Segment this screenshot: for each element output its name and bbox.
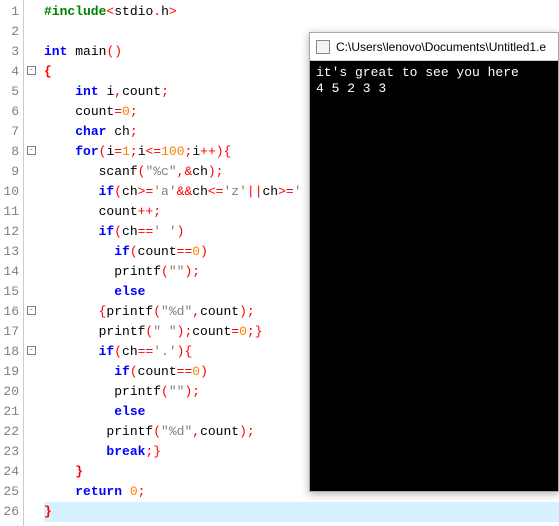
line-number: 11 — [2, 202, 19, 222]
line-number-gutter: 1234567891011121314151617181920212223242… — [0, 0, 24, 526]
line-number: 1 — [2, 2, 19, 22]
line-number: 16 — [2, 302, 19, 322]
line-number: 22 — [2, 422, 19, 442]
fold-marker — [24, 262, 38, 282]
fold-marker[interactable]: - — [24, 62, 38, 82]
fold-marker — [24, 422, 38, 442]
fold-marker — [24, 42, 38, 62]
line-number: 19 — [2, 362, 19, 382]
fold-marker — [24, 242, 38, 262]
line-number: 13 — [2, 242, 19, 262]
line-number: 20 — [2, 382, 19, 402]
fold-marker — [24, 122, 38, 142]
fold-marker[interactable]: - — [24, 302, 38, 322]
fold-marker — [24, 162, 38, 182]
line-number: 18 — [2, 342, 19, 362]
line-number: 17 — [2, 322, 19, 342]
line-number: 10 — [2, 182, 19, 202]
fold-marker — [24, 442, 38, 462]
fold-marker — [24, 282, 38, 302]
fold-marker — [24, 202, 38, 222]
fold-marker[interactable]: - — [24, 342, 38, 362]
console-output: it's great to see you here 4 5 2 3 3 — [310, 61, 558, 101]
fold-gutter: - - - - — [24, 0, 38, 526]
fold-marker — [24, 22, 38, 42]
fold-marker — [24, 222, 38, 242]
code-line[interactable]: } — [44, 502, 559, 522]
line-number: 4 — [2, 62, 19, 82]
fold-marker — [24, 182, 38, 202]
fold-marker — [24, 462, 38, 482]
line-number: 21 — [2, 402, 19, 422]
line-number: 12 — [2, 222, 19, 242]
line-number: 23 — [2, 442, 19, 462]
fold-marker — [24, 382, 38, 402]
line-number: 25 — [2, 482, 19, 502]
console-window: C:\Users\lenovo\Documents\Untitled1.e it… — [309, 32, 559, 492]
fold-marker — [24, 2, 38, 22]
line-number: 6 — [2, 102, 19, 122]
line-number: 24 — [2, 462, 19, 482]
line-number: 26 — [2, 502, 19, 522]
fold-marker — [24, 322, 38, 342]
fold-marker — [24, 482, 38, 502]
line-number: 14 — [2, 262, 19, 282]
console-titlebar[interactable]: C:\Users\lenovo\Documents\Untitled1.e — [310, 33, 558, 61]
console-icon — [316, 40, 330, 54]
line-number: 15 — [2, 282, 19, 302]
console-title: C:\Users\lenovo\Documents\Untitled1.e — [336, 40, 546, 54]
fold-marker — [24, 402, 38, 422]
fold-marker — [24, 362, 38, 382]
code-line[interactable]: #include<stdio.h> — [44, 2, 559, 22]
line-number: 5 — [2, 82, 19, 102]
fold-marker — [24, 102, 38, 122]
fold-marker — [24, 502, 38, 522]
fold-marker — [24, 82, 38, 102]
line-number: 3 — [2, 42, 19, 62]
line-number: 8 — [2, 142, 19, 162]
line-number: 7 — [2, 122, 19, 142]
fold-marker[interactable]: - — [24, 142, 38, 162]
line-number: 9 — [2, 162, 19, 182]
line-number: 2 — [2, 22, 19, 42]
